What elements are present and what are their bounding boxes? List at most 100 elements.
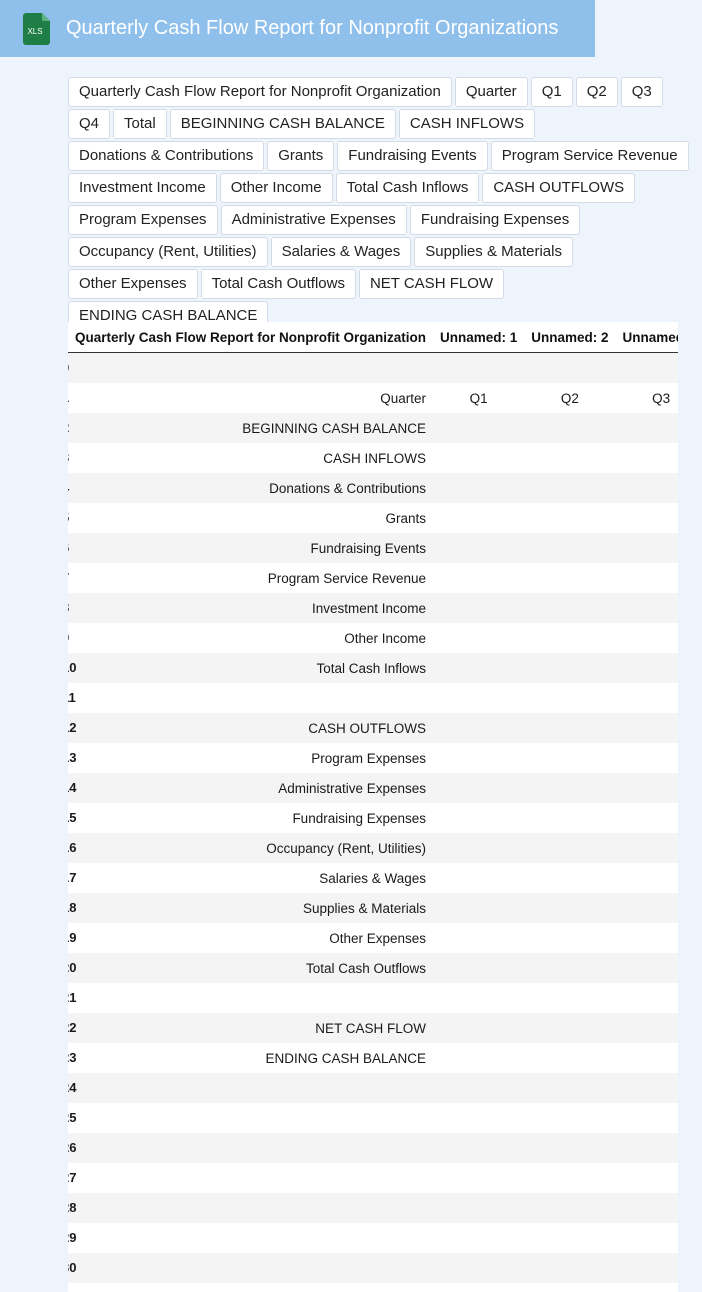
- table-cell: [433, 983, 524, 1013]
- column-chip[interactable]: Q1: [530, 77, 573, 107]
- table-cell: [524, 1043, 615, 1073]
- table-row: 1 Quarter Q1 Q2 Q3: [68, 383, 678, 413]
- table-cell: [616, 1163, 678, 1193]
- row-index: 0: [68, 360, 69, 375]
- column-chip[interactable]: Total Cash Outflows: [200, 269, 356, 299]
- column-chip[interactable]: Program Service Revenue: [490, 141, 689, 171]
- table-cell: [524, 353, 615, 384]
- table-cell: [616, 503, 678, 533]
- column-header[interactable]: Quarterly Cash Flow Report for Nonprofit…: [68, 322, 434, 353]
- column-chip[interactable]: CASH INFLOWS: [398, 109, 536, 139]
- column-chip[interactable]: BEGINNING CASH BALANCE: [169, 109, 396, 139]
- column-chip[interactable]: Q2: [575, 77, 618, 107]
- column-chip[interactable]: Supplies & Materials: [414, 237, 573, 267]
- table-cell: [433, 743, 524, 773]
- column-chip[interactable]: NET CASH FLOW: [358, 269, 505, 299]
- row-index: 14: [68, 780, 77, 795]
- column-chip[interactable]: Donations & Contributions: [68, 141, 265, 171]
- column-chip[interactable]: Other Income: [219, 173, 333, 203]
- row-index: 28: [68, 1200, 77, 1215]
- table-cell: [524, 1013, 615, 1043]
- table-cell: [433, 353, 524, 384]
- column-chip[interactable]: Other Expenses: [68, 269, 198, 299]
- column-chip[interactable]: Occupancy (Rent, Utilities): [68, 237, 268, 267]
- table-cell: [616, 1073, 678, 1103]
- table-cell: [68, 683, 433, 713]
- table-cell: [433, 863, 524, 893]
- column-header[interactable]: Unnamed: 3: [615, 322, 678, 353]
- column-chip[interactable]: Q4: [68, 109, 111, 139]
- table-cell: [68, 353, 433, 384]
- table-row: 30: [68, 1253, 678, 1283]
- table-cell: [616, 473, 678, 503]
- table-cell: [524, 473, 615, 503]
- table-cell: [616, 353, 678, 384]
- table-cell: [616, 893, 678, 923]
- table-row: 19 Other Expenses: [68, 923, 678, 953]
- row-index: 23: [68, 1050, 77, 1065]
- table-row: 12 CASH OUTFLOWS: [68, 713, 678, 743]
- table-cell: Q1: [469, 390, 488, 406]
- column-chip[interactable]: Investment Income: [68, 173, 217, 203]
- column-chip[interactable]: CASH OUTFLOWS: [482, 173, 636, 203]
- column-chip[interactable]: Q3: [620, 77, 663, 107]
- column-chip[interactable]: Total: [113, 109, 167, 139]
- table-cell: [524, 713, 615, 743]
- table-cell: [433, 413, 524, 443]
- row-index: 18: [68, 900, 77, 915]
- column-chip[interactable]: Salaries & Wages: [270, 237, 412, 267]
- table-row: 25: [68, 1103, 678, 1133]
- table-row: 14 Administrative Expenses: [68, 773, 678, 803]
- table-cell: [433, 953, 524, 983]
- table-row: 23 ENDING CASH BALANCE: [68, 1043, 678, 1073]
- column-chip[interactable]: Total Cash Inflows: [335, 173, 480, 203]
- table-cell: [433, 503, 524, 533]
- column-header[interactable]: Unnamed: 2: [524, 322, 616, 353]
- table-row: 22 NET CASH FLOW: [68, 1013, 678, 1043]
- table-cell: CASH INFLOWS: [323, 450, 427, 466]
- column-chip[interactable]: Quarter: [454, 77, 528, 107]
- table-cell: [616, 833, 678, 863]
- row-index: 7: [68, 570, 69, 585]
- column-chip[interactable]: Fundraising Events: [337, 141, 488, 171]
- table-cell: Program Service Revenue: [267, 570, 427, 586]
- table-cell: Quarter: [380, 390, 427, 406]
- column-chip[interactable]: Fundraising Expenses: [409, 205, 581, 235]
- table-cell: [616, 1043, 678, 1073]
- table-cell: [524, 1283, 615, 1292]
- table-cell: Investment Income: [311, 600, 427, 616]
- table-cell: Q2: [560, 390, 579, 406]
- table-cell: [433, 683, 524, 713]
- column-chip[interactable]: Administrative Expenses: [220, 205, 407, 235]
- row-index: 21: [68, 990, 77, 1005]
- table-cell: [433, 563, 524, 593]
- column-chip[interactable]: Program Expenses: [68, 205, 218, 235]
- table-cell: [524, 1223, 615, 1253]
- row-index: 15: [68, 810, 77, 825]
- column-header[interactable]: Unnamed: 1: [433, 322, 525, 353]
- table-cell: [433, 833, 524, 863]
- table-row: 0: [68, 352, 678, 384]
- table-cell: [68, 1133, 433, 1163]
- row-index: 22: [68, 1020, 77, 1035]
- table-cell: [524, 923, 615, 953]
- data-table-container[interactable]: Quarterly Cash Flow Report for Nonprofit…: [68, 322, 678, 1292]
- table-cell: [433, 923, 524, 953]
- column-chip[interactable]: Quarterly Cash Flow Report for Nonprofit…: [68, 77, 452, 107]
- table-cell: [433, 1013, 524, 1043]
- table-cell: [524, 413, 615, 443]
- table-cell: [524, 863, 615, 893]
- table-cell: Total Cash Outflows: [305, 960, 427, 976]
- row-index: 13: [68, 750, 77, 765]
- table-cell: [616, 653, 678, 683]
- table-row: 6 Fundraising Events: [68, 533, 678, 563]
- table-cell: [433, 623, 524, 653]
- table-cell: [68, 1253, 433, 1283]
- row-index: 1: [68, 390, 69, 405]
- table-cell: [433, 1283, 524, 1292]
- table-cell: [524, 893, 615, 923]
- table-cell: [616, 1013, 678, 1043]
- column-chip[interactable]: Grants: [267, 141, 335, 171]
- table-cell: [433, 593, 524, 623]
- row-index: 2: [68, 420, 69, 435]
